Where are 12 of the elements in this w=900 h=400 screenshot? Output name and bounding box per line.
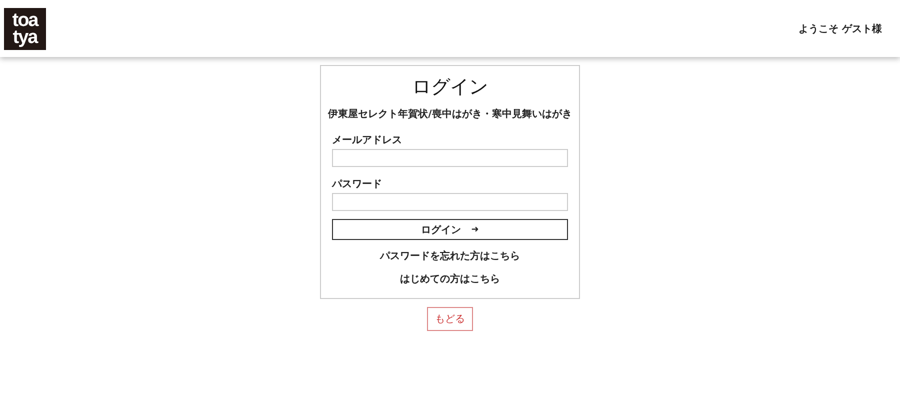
link[interactable]: パスワードを忘れた方はこちら — [380, 249, 520, 263]
input-field[interactable] — [332, 149, 568, 167]
field-label: メールアドレス — [332, 134, 403, 147]
input-field[interactable] — [332, 193, 568, 211]
subtitle: 伊東屋セレクト年賀状/喪中はがき・寒中見舞いはがき — [326, 107, 573, 121]
login-title: ログイン — [411, 75, 489, 100]
login-button[interactable]: ログイン ➜ — [332, 219, 568, 240]
link[interactable]: はじめての方はこちら — [400, 272, 500, 286]
greeting: ようこそ ゲスト様 — [798, 22, 882, 36]
logo[interactable]: toa tya — [4, 8, 46, 50]
back-button[interactable]: もどる — [427, 307, 473, 331]
field-label: パスワード — [332, 178, 383, 191]
